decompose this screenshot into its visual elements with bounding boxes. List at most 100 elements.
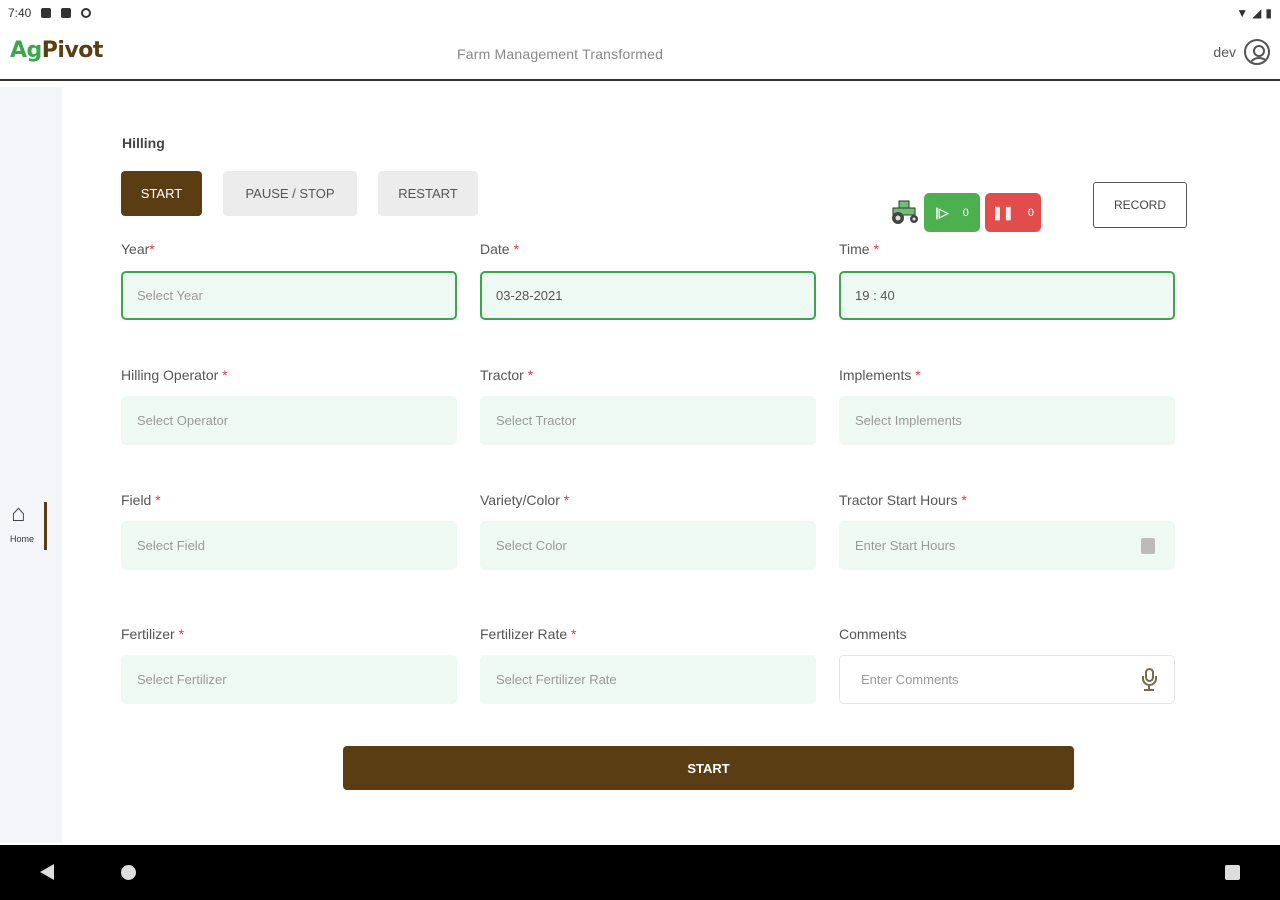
- tractor-icon: [892, 200, 918, 224]
- implements-placeholder: Select Implements: [855, 413, 962, 428]
- required-marker: *: [178, 626, 185, 642]
- comments-label-text: Comments: [839, 626, 907, 642]
- required-marker: *: [149, 241, 155, 257]
- variety-select[interactable]: Select Color: [480, 521, 816, 570]
- tractor-label-text: Tractor: [480, 367, 524, 383]
- comments-input[interactable]: Enter Comments: [839, 655, 1175, 704]
- time-label-text: Time: [839, 241, 870, 257]
- pause-icon: ❚❚: [992, 204, 1014, 220]
- pause-stop-button[interactable]: PAUSE / STOP: [223, 171, 357, 216]
- fertilizer-rate-select[interactable]: Select Fertilizer Rate: [480, 655, 816, 704]
- battery-icon: ▮: [1265, 6, 1272, 20]
- logo-ag: Ag: [10, 38, 42, 63]
- username: dev: [1213, 44, 1236, 60]
- required-marker: *: [513, 241, 519, 257]
- back-icon[interactable]: [40, 864, 54, 880]
- start-hours-input[interactable]: Enter Start Hours: [839, 521, 1175, 570]
- year-label: Year*: [121, 241, 155, 257]
- fertilizer-rate-placeholder: Select Fertilizer Rate: [496, 672, 617, 687]
- required-marker: *: [571, 626, 577, 642]
- tractor-label: Tractor *: [480, 367, 533, 383]
- recents-icon[interactable]: [1225, 865, 1240, 880]
- status-left: 7:40: [8, 6, 92, 20]
- required-marker: *: [563, 492, 570, 508]
- sidebar-item-home[interactable]: ⌂ Home: [8, 500, 50, 550]
- required-marker: *: [155, 492, 161, 508]
- year-label-text: Year: [121, 241, 150, 257]
- implements-label-text: Implements: [839, 367, 912, 383]
- required-marker: *: [915, 367, 921, 383]
- year-placeholder: Select Year: [137, 288, 203, 303]
- sync-icon: [81, 8, 92, 18]
- fertilizer-rate-label-text: Fertilizer Rate: [480, 626, 568, 642]
- operator-label-text: Hilling Operator: [121, 367, 219, 383]
- required-marker: *: [527, 367, 534, 383]
- required-marker: *: [961, 492, 967, 508]
- required-marker: *: [222, 367, 228, 383]
- sidebar: ⌂ Home: [0, 87, 62, 843]
- field-label-text: Field: [121, 492, 152, 508]
- storage-icon: [61, 8, 72, 18]
- year-select[interactable]: Select Year: [121, 271, 457, 320]
- system-home-icon[interactable]: [121, 865, 136, 880]
- field-placeholder: Select Field: [137, 538, 205, 553]
- play-icon: |▷: [935, 204, 949, 220]
- page-title: Hilling: [122, 135, 165, 151]
- variety-label: Variety/Color *: [480, 492, 569, 508]
- start-hours-placeholder: Enter Start Hours: [855, 538, 956, 553]
- date-value: 03-28-2021: [496, 288, 563, 303]
- app-logo[interactable]: AgPivot: [10, 38, 103, 63]
- active-indicator: [44, 502, 47, 550]
- date-label: Date *: [480, 241, 519, 257]
- field-label: Field *: [121, 492, 161, 508]
- variety-label-text: Variety/Color: [480, 492, 560, 508]
- system-nav-bar: [0, 845, 1280, 900]
- start-button[interactable]: START: [121, 171, 202, 216]
- logo-pivot: Pivot: [41, 38, 104, 63]
- time-value: 19 : 40: [855, 288, 895, 303]
- field-select[interactable]: Select Field: [121, 521, 457, 570]
- signal-icon: ◢: [1252, 6, 1262, 20]
- status-bar: 7:40 ▼ ◢ ▮: [0, 0, 1280, 26]
- running-count: 0: [962, 206, 969, 219]
- comments-label: Comments: [839, 626, 907, 642]
- calculator-icon[interactable]: [1141, 538, 1155, 554]
- required-marker: *: [873, 241, 879, 257]
- home-icon: ⌂: [11, 500, 26, 527]
- date-field[interactable]: 03-28-2021: [480, 271, 816, 320]
- time-label: Time *: [839, 241, 879, 257]
- microphone-icon[interactable]: [1142, 668, 1157, 692]
- submit-start-button[interactable]: START: [343, 746, 1074, 790]
- fertilizer-placeholder: Select Fertilizer: [137, 672, 227, 687]
- record-button[interactable]: RECORD: [1093, 182, 1187, 228]
- operator-label: Hilling Operator *: [121, 367, 228, 383]
- start-hours-label: Tractor Start Hours *: [839, 492, 967, 508]
- running-counter[interactable]: |▷ 0: [924, 193, 980, 232]
- fertilizer-select[interactable]: Select Fertilizer: [121, 655, 457, 704]
- notification-icon: [41, 8, 52, 18]
- implements-label: Implements *: [839, 367, 921, 383]
- date-label-text: Date: [480, 241, 510, 257]
- paused-counter[interactable]: ❚❚ 0: [985, 193, 1041, 232]
- tractor-placeholder: Select Tractor: [496, 413, 577, 428]
- operator-select[interactable]: Select Operator: [121, 396, 457, 445]
- status-time: 7:40: [8, 6, 32, 20]
- comments-placeholder: Enter Comments: [861, 672, 959, 687]
- app-tagline: Farm Management Transformed: [457, 46, 664, 62]
- app-header: AgPivot Farm Management Transformed dev: [0, 26, 1280, 81]
- start-hours-label-text: Tractor Start Hours: [839, 492, 958, 508]
- user-menu[interactable]: dev: [1213, 39, 1270, 65]
- fertilizer-label-text: Fertilizer: [121, 626, 175, 642]
- wifi-icon: ▼: [1236, 6, 1249, 20]
- implements-select[interactable]: Select Implements: [839, 396, 1175, 445]
- fertilizer-label: Fertilizer *: [121, 626, 184, 642]
- time-field[interactable]: 19 : 40: [839, 271, 1175, 320]
- account-icon[interactable]: [1244, 39, 1270, 65]
- tractor-select[interactable]: Select Tractor: [480, 396, 816, 445]
- paused-count: 0: [1027, 206, 1034, 219]
- operator-placeholder: Select Operator: [137, 413, 229, 428]
- status-right: ▼ ◢ ▮: [1236, 6, 1272, 20]
- variety-placeholder: Select Color: [496, 538, 567, 553]
- restart-button[interactable]: RESTART: [378, 171, 478, 216]
- fertilizer-rate-label: Fertilizer Rate *: [480, 626, 576, 642]
